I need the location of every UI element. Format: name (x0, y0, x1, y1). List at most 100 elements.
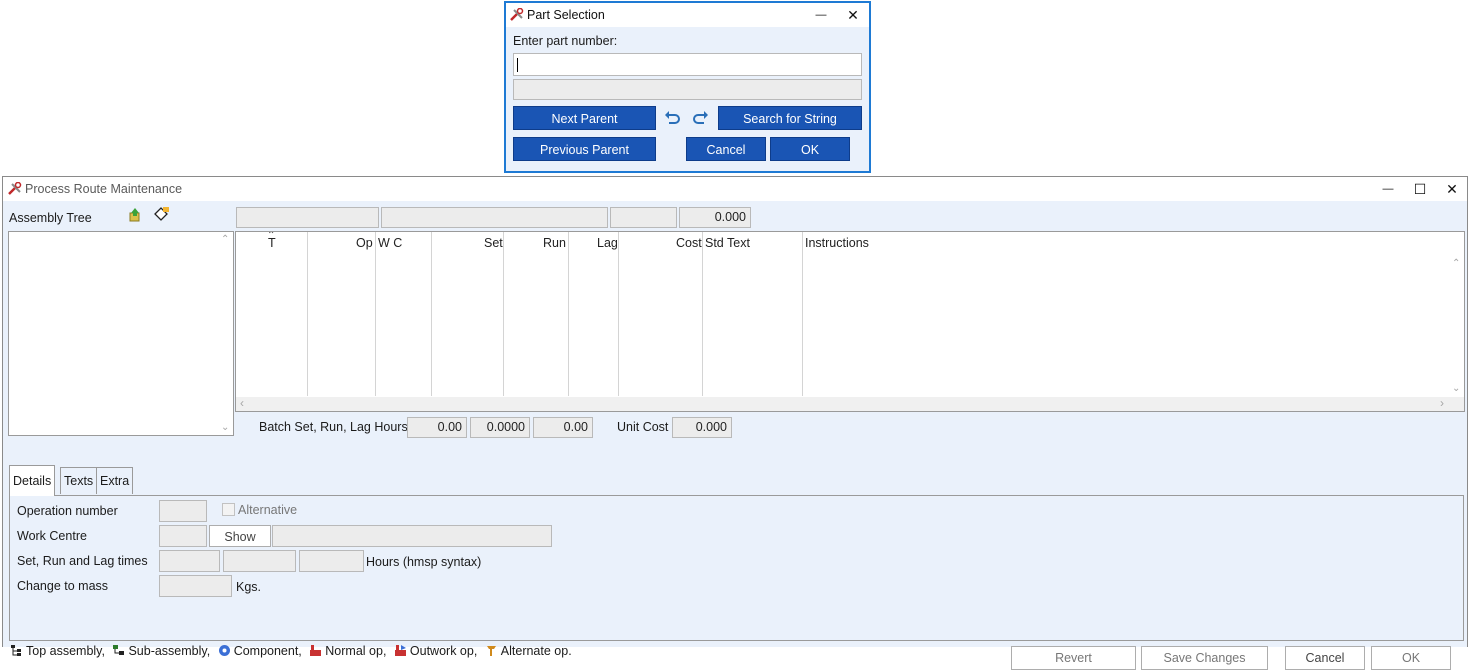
operations-grid[interactable]: ⌃ T Op W C Set Run Lag Cost Std Text Ins… (235, 231, 1465, 412)
part-code-field (610, 207, 677, 228)
scroll-right-icon[interactable]: › (1440, 396, 1444, 410)
redo-icon[interactable] (693, 111, 709, 125)
change-to-mass-label: Change to mass (17, 579, 109, 593)
dialog-cancel-button[interactable]: Cancel (686, 137, 766, 161)
scroll-down-icon[interactable]: ⌄ (221, 422, 229, 433)
assembly-tree-label: Assembly Tree (9, 211, 92, 225)
column-header-std-text[interactable]: Std Text (705, 236, 750, 250)
part-number-input[interactable] (513, 53, 862, 76)
scroll-down-icon[interactable]: ⌄ (1452, 383, 1460, 394)
show-work-centre-button[interactable]: Show (209, 525, 271, 547)
lag-time-input[interactable] (299, 550, 364, 572)
work-centre-input[interactable] (159, 525, 207, 547)
hours-syntax-label: Hours (hmsp syntax) (366, 555, 482, 569)
part-number-field (236, 207, 379, 228)
column-header-wc[interactable]: W C (378, 236, 402, 250)
dialog-client: Enter part number: Next Parent Search fo… (506, 27, 869, 171)
kgs-label: Kgs. (236, 580, 262, 594)
legend-sub-assembly: Sub-assembly, (128, 644, 211, 658)
scroll-up-icon[interactable]: ⌃ (1452, 258, 1460, 269)
details-panel: Operation number Alternative Work Centre… (9, 495, 1464, 641)
operation-number-input[interactable] (159, 500, 207, 522)
tab-extra[interactable]: Extra (96, 467, 134, 494)
search-for-string-button[interactable]: Search for String (718, 106, 862, 130)
undo-icon[interactable] (664, 111, 680, 125)
column-divider (503, 232, 504, 396)
tab-details[interactable]: Details (9, 465, 56, 496)
ok-button[interactable]: OK (1371, 646, 1451, 670)
grid-horizontal-scrollbar[interactable]: ‹ › (236, 396, 1464, 411)
batch-run-field: 0.0000 (470, 417, 530, 438)
expand-tree-icon[interactable] (127, 207, 143, 223)
dialog-close-button[interactable]: ✕ (838, 4, 868, 26)
dialog-ok-button[interactable]: OK (770, 137, 850, 161)
icon-legend: Top assembly, Sub-assembly, Component, N… (10, 644, 572, 658)
column-divider (431, 232, 432, 396)
grid-vertical-scrollbar[interactable]: ⌃ ⌄ (1450, 256, 1464, 396)
app-tools-icon (8, 182, 22, 195)
change-to-mass-input[interactable] (159, 575, 232, 597)
legend-top-assembly: Top assembly, (26, 644, 105, 658)
tab-texts[interactable]: Texts (60, 467, 98, 494)
alternate-op-icon (486, 646, 496, 656)
next-parent-button[interactable]: Next Parent (513, 106, 656, 130)
close-button[interactable]: ✕ (1437, 178, 1467, 200)
run-time-input[interactable] (223, 550, 296, 572)
minimize-icon: — (815, 9, 827, 21)
outwork-op-icon (394, 645, 406, 656)
total-cost-field: 0.000 (679, 207, 751, 228)
scroll-up-icon[interactable]: ⌃ (221, 234, 229, 245)
set-time-input[interactable] (159, 550, 220, 572)
revert-button[interactable]: Revert (1011, 646, 1136, 670)
maximize-button[interactable]: ☐ (1405, 178, 1435, 200)
window-client: Assembly Tree 0.000 ⌃ ⌄ ⌃ T Op W C Set R… (3, 201, 1467, 670)
legend-outwork-op: Outwork op, (409, 644, 478, 658)
column-header-t[interactable]: T (268, 236, 276, 250)
part-selection-dialog: Part Selection — ✕ Enter part number: Ne… (504, 1, 871, 173)
legend-component: Component, (233, 644, 302, 658)
save-changes-button[interactable]: Save Changes (1141, 646, 1268, 670)
column-header-run[interactable]: Run (543, 236, 566, 250)
tree-vertical-scrollbar[interactable]: ⌃ ⌄ (219, 232, 233, 435)
part-description-field (381, 207, 608, 228)
scroll-left-icon[interactable]: ‹ (240, 396, 244, 410)
unit-cost-label: Unit Cost (617, 420, 669, 434)
minimize-button[interactable]: — (1373, 178, 1403, 200)
column-divider (618, 232, 619, 396)
part-number-prompt: Enter part number: (513, 34, 618, 48)
window-title: Process Route Maintenance (25, 182, 183, 196)
assembly-tree-pane[interactable]: ⌃ ⌄ (8, 231, 234, 436)
sub-assembly-icon (113, 645, 125, 655)
cancel-button[interactable]: Cancel (1285, 646, 1365, 670)
column-header-cost[interactable]: Cost (676, 236, 702, 250)
work-centre-label: Work Centre (17, 529, 87, 543)
process-route-window: Process Route Maintenance — ☐ ✕ Assembly… (2, 176, 1468, 670)
component-icon (218, 645, 230, 656)
column-divider (802, 232, 803, 396)
batch-hours-label: Batch Set, Run, Lag Hours (259, 420, 408, 434)
unit-cost-field: 0.000 (672, 417, 732, 438)
operation-number-label: Operation number (17, 504, 118, 518)
column-header-set[interactable]: Set (484, 236, 503, 250)
legend-normal-op: Normal op, (325, 644, 387, 658)
close-icon: ✕ (1446, 180, 1458, 197)
batch-lag-field: 0.00 (533, 417, 593, 438)
column-header-op[interactable]: Op (356, 236, 373, 250)
column-header-lag[interactable]: Lag (597, 236, 618, 250)
column-divider (307, 232, 308, 396)
column-divider (375, 232, 376, 396)
column-divider (702, 232, 703, 396)
alternative-checkbox[interactable] (222, 503, 235, 516)
normal-op-icon (310, 645, 322, 656)
minimize-icon: — (1382, 183, 1394, 195)
tag-tool-icon[interactable] (153, 206, 171, 222)
work-centre-description-field (272, 525, 552, 547)
part-description-display (513, 79, 862, 100)
close-icon: ✕ (847, 6, 859, 23)
window-titlebar: Process Route Maintenance — ☐ ✕ (3, 177, 1467, 201)
dialog-minimize-button[interactable]: — (806, 4, 836, 26)
text-cursor (517, 58, 518, 72)
previous-parent-button[interactable]: Previous Parent (513, 137, 656, 161)
column-header-instructions[interactable]: Instructions (805, 236, 869, 250)
alternative-label: Alternative (238, 503, 298, 517)
